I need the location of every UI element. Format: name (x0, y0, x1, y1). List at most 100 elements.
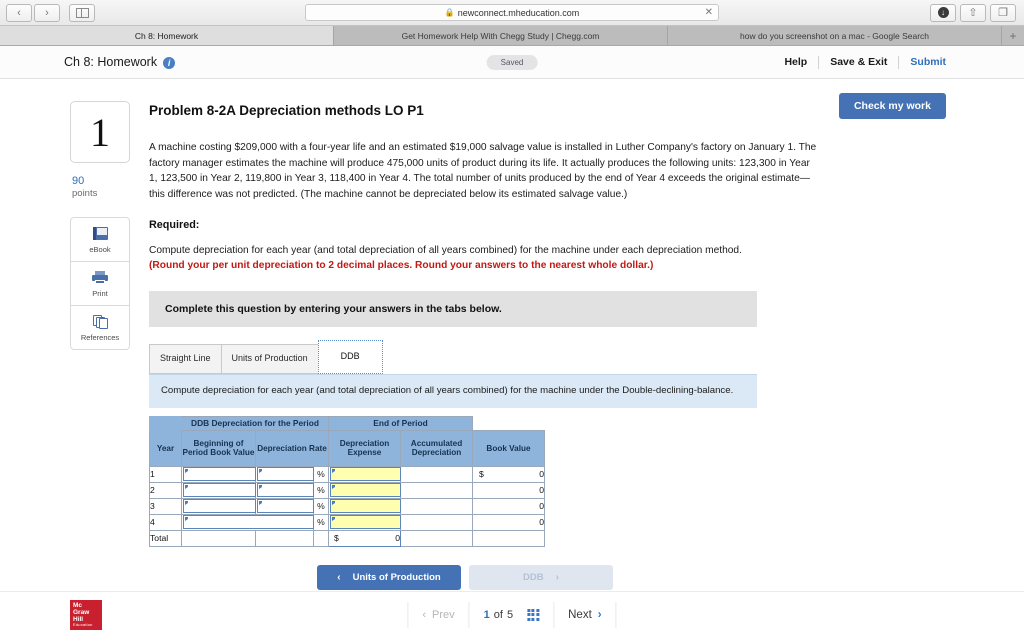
browser-toolbar: ‹ › 🔒 newconnect.mheducation.com ✕ ↓ ⇧ ❐ (0, 0, 1024, 26)
cell-depreciation-rate[interactable] (256, 498, 314, 514)
points-label: points (72, 188, 130, 199)
check-my-work-button[interactable]: Check my work (839, 93, 946, 119)
cell-beginning-book-value[interactable] (182, 498, 256, 514)
pagination: ‹ Prev 1 of 5 Next › (407, 601, 616, 629)
input-depreciation-rate[interactable] (257, 467, 314, 481)
mcgraw-hill-logo: Mc Graw Hill Education (70, 600, 102, 630)
cell-depreciation-expense[interactable] (329, 498, 401, 514)
toolbar-right-buttons: ↓ ⇧ ❐ (930, 4, 1016, 22)
download-icon[interactable]: ↓ (930, 4, 956, 22)
logo-line-2: Graw (73, 609, 102, 616)
help-link[interactable]: Help (773, 56, 818, 68)
next-page-button[interactable]: Next › (554, 601, 616, 629)
percent-symbol: % (314, 466, 329, 482)
group-header-end-of-period: End of Period (329, 416, 473, 430)
page-header: Ch 8: Homework i Saved Help Save & Exit S… (0, 46, 1024, 79)
tab-overview-icon[interactable]: ❐ (990, 4, 1016, 22)
page-title-text: Ch 8: Homework (64, 55, 157, 69)
next-method-button[interactable]: DDB › (469, 565, 613, 590)
submit-link[interactable]: Submit (899, 56, 946, 68)
cell-total-blank-3 (314, 530, 329, 546)
info-icon[interactable]: i (163, 57, 175, 69)
percent-symbol: % (314, 482, 329, 498)
chevron-right-icon: › (598, 609, 602, 621)
tab-units-of-production[interactable]: Units of Production (221, 344, 319, 374)
input-depreciation-expense[interactable] (330, 499, 401, 513)
cell-total-expense: $0 (329, 530, 401, 546)
points-block: 90 points (70, 175, 130, 199)
problem-body: A machine costing $209,000 with a four-y… (149, 140, 817, 202)
input-depreciation-expense[interactable] (330, 483, 401, 497)
input-beginning-book-value[interactable] (183, 467, 256, 481)
cell-beginning-book-value[interactable] (182, 514, 314, 530)
ebook-button[interactable]: eBook (70, 217, 130, 262)
print-button[interactable]: Print (70, 261, 130, 306)
status-badge: Saved (487, 55, 538, 70)
cell-accumulated-depreciation (401, 466, 473, 482)
close-icon[interactable]: ✕ (705, 8, 713, 18)
col-beginning-book-value: Beginning of Period Book Value (182, 430, 256, 466)
page-current: 1 (484, 609, 490, 621)
input-beginning-book-value[interactable] (183, 499, 256, 513)
page-title: Ch 8: Homework i (64, 55, 175, 69)
method-description: Compute depreciation for each year (and … (149, 374, 757, 408)
col-book-value: Book Value (473, 430, 545, 466)
cell-accumulated-depreciation (401, 498, 473, 514)
col-accumulated-depreciation: Accumulated Depreciation (401, 430, 473, 466)
cell-beginning-book-value[interactable] (182, 466, 256, 482)
table-body: 1 % $0 2 % 0 3 (150, 466, 545, 546)
next-method-label: DDB (523, 572, 544, 583)
prev-method-button[interactable]: ‹ Units of Production (317, 565, 461, 590)
browser-tab-1[interactable]: Get Homework Help With Chegg Study | Che… (334, 26, 668, 45)
next-page-label: Next (568, 609, 592, 621)
tab-straight-line[interactable]: Straight Line (149, 344, 222, 374)
navigation-buttons: ‹ › (6, 4, 60, 22)
book-icon (93, 226, 108, 242)
prev-page-button[interactable]: ‹ Prev (408, 601, 468, 629)
back-icon[interactable]: ‹ (6, 4, 32, 22)
references-label: References (81, 333, 119, 342)
cell-book-value: $0 (473, 466, 545, 482)
content-area: Check my work 1 90 points eBook Print (0, 79, 1024, 637)
input-depreciation-expense[interactable] (330, 515, 401, 529)
cell-depreciation-expense[interactable] (329, 514, 401, 530)
share-icon[interactable]: ⇧ (960, 4, 986, 22)
chevron-left-icon: ‹ (422, 609, 426, 621)
input-depreciation-expense[interactable] (330, 467, 401, 481)
cell-depreciation-rate[interactable] (256, 466, 314, 482)
address-bar[interactable]: 🔒 newconnect.mheducation.com ✕ (305, 4, 719, 21)
cell-year: 2 (150, 482, 182, 498)
forward-icon[interactable]: › (34, 4, 60, 22)
url-text: newconnect.mheducation.com (458, 8, 580, 18)
input-beginning-book-value[interactable] (183, 483, 256, 497)
browser-tab-0[interactable]: Ch 8: Homework (0, 26, 334, 45)
sidebar-icon[interactable] (69, 4, 95, 22)
cell-beginning-book-value[interactable] (182, 482, 256, 498)
input-depreciation-rate[interactable] (257, 499, 314, 513)
cell-depreciation-expense[interactable] (329, 466, 401, 482)
cell-depreciation-expense[interactable] (329, 482, 401, 498)
percent-symbol: % (314, 498, 329, 514)
table-row: 2 % 0 (150, 482, 545, 498)
references-button[interactable]: References (70, 305, 130, 350)
problem-title: Problem 8-2A Depreciation methods LO P1 (149, 103, 817, 118)
ddb-depreciation-table: DDB Depreciation for the Period End of P… (149, 416, 545, 547)
grid-icon[interactable] (527, 609, 539, 621)
save-exit-link[interactable]: Save & Exit (819, 56, 898, 68)
new-tab-button[interactable]: + (1002, 26, 1024, 45)
input-depreciation-rate[interactable] (257, 483, 314, 497)
required-label: Required: (149, 219, 817, 231)
cell-depreciation-rate[interactable] (256, 482, 314, 498)
method-navigation: ‹ Units of Production DDB › (317, 565, 817, 590)
lock-icon: 🔒 (445, 8, 455, 17)
table-row: 3 % 0 (150, 498, 545, 514)
cell-book-value: 0 (473, 498, 545, 514)
dollar-symbol: $ (479, 469, 484, 479)
cell-accumulated-depreciation (401, 482, 473, 498)
browser-tab-2[interactable]: how do you screenshot on a mac - Google … (668, 26, 1002, 45)
points-value: 90 (72, 175, 130, 187)
input-beginning-book-value[interactable] (183, 515, 314, 529)
main-column: Problem 8-2A Depreciation methods LO P1 … (149, 103, 817, 590)
tab-ddb[interactable]: DDB (318, 340, 383, 374)
cell-book-value: 0 (473, 482, 545, 498)
